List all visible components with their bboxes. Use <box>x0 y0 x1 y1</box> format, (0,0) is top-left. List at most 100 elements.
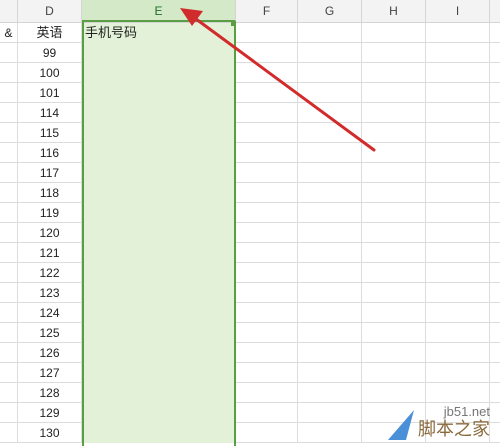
cell[interactable] <box>426 43 490 63</box>
score-cell[interactable]: 122 <box>18 263 82 283</box>
score-cell[interactable]: 119 <box>18 203 82 223</box>
cell[interactable] <box>362 143 426 163</box>
cell[interactable] <box>236 103 298 123</box>
cell[interactable] <box>426 23 490 43</box>
cell[interactable] <box>362 303 426 323</box>
cell[interactable] <box>298 163 362 183</box>
cell[interactable] <box>362 83 426 103</box>
cell[interactable] <box>298 103 362 123</box>
cell[interactable] <box>0 63 18 83</box>
cell[interactable] <box>236 23 298 43</box>
cell[interactable] <box>426 163 490 183</box>
cell[interactable] <box>0 203 18 223</box>
phone-cell[interactable] <box>82 103 236 123</box>
phone-cell[interactable] <box>82 303 236 323</box>
cell[interactable] <box>0 183 18 203</box>
cell[interactable] <box>298 143 362 163</box>
cell[interactable] <box>0 383 18 403</box>
cell[interactable] <box>236 83 298 103</box>
cell[interactable] <box>426 343 490 363</box>
phone-cell[interactable] <box>82 43 236 63</box>
cell[interactable] <box>426 203 490 223</box>
cell[interactable] <box>426 63 490 83</box>
cell[interactable] <box>426 323 490 343</box>
cell[interactable] <box>362 63 426 83</box>
cell[interactable] <box>362 123 426 143</box>
cell[interactable] <box>362 163 426 183</box>
cell[interactable] <box>362 243 426 263</box>
phone-cell[interactable] <box>82 163 236 183</box>
score-cell[interactable]: 127 <box>18 363 82 383</box>
cell[interactable] <box>236 243 298 263</box>
phone-cell[interactable] <box>82 203 236 223</box>
phone-cell[interactable] <box>82 363 236 383</box>
cell[interactable] <box>362 383 426 403</box>
cell[interactable] <box>298 43 362 63</box>
cell[interactable] <box>426 303 490 323</box>
cell[interactable] <box>0 103 18 123</box>
cell[interactable] <box>426 363 490 383</box>
phone-cell[interactable] <box>82 183 236 203</box>
phone-cell[interactable] <box>82 63 236 83</box>
score-cell[interactable]: 130 <box>18 423 82 443</box>
cell[interactable] <box>426 243 490 263</box>
cell[interactable] <box>0 283 18 303</box>
cell[interactable] <box>362 203 426 223</box>
cell[interactable] <box>298 423 362 443</box>
cell[interactable] <box>362 103 426 123</box>
score-cell[interactable]: 120 <box>18 223 82 243</box>
cell[interactable] <box>426 263 490 283</box>
score-cell[interactable]: 101 <box>18 83 82 103</box>
cell[interactable] <box>0 163 18 183</box>
cell[interactable] <box>298 383 362 403</box>
column-header-g[interactable]: G <box>298 0 362 22</box>
score-cell[interactable]: 123 <box>18 283 82 303</box>
cell[interactable] <box>0 243 18 263</box>
cell[interactable] <box>236 403 298 423</box>
phone-cell[interactable] <box>82 263 236 283</box>
cell[interactable] <box>0 143 18 163</box>
cell[interactable] <box>362 283 426 303</box>
cell[interactable] <box>236 263 298 283</box>
cell[interactable] <box>0 403 18 423</box>
score-cell[interactable]: 121 <box>18 243 82 263</box>
cell[interactable] <box>362 363 426 383</box>
column-header-f[interactable]: F <box>236 0 298 22</box>
phone-cell[interactable] <box>82 383 236 403</box>
cell[interactable] <box>362 323 426 343</box>
cell[interactable] <box>298 343 362 363</box>
cell[interactable] <box>236 223 298 243</box>
cell[interactable] <box>362 23 426 43</box>
cell[interactable] <box>298 283 362 303</box>
cell[interactable] <box>298 323 362 343</box>
cell[interactable] <box>298 263 362 283</box>
cell[interactable] <box>236 423 298 443</box>
cell[interactable] <box>236 323 298 343</box>
phone-cell[interactable] <box>82 323 236 343</box>
cell[interactable] <box>236 43 298 63</box>
cell[interactable] <box>298 83 362 103</box>
cell[interactable] <box>426 283 490 303</box>
cell[interactable] <box>298 123 362 143</box>
score-cell[interactable]: 125 <box>18 323 82 343</box>
cell[interactable] <box>298 403 362 423</box>
cell[interactable] <box>426 123 490 143</box>
phone-cell[interactable] <box>82 83 236 103</box>
cell[interactable] <box>0 223 18 243</box>
cell[interactable] <box>236 163 298 183</box>
cell[interactable] <box>298 243 362 263</box>
score-cell[interactable]: 129 <box>18 403 82 423</box>
cell[interactable] <box>362 183 426 203</box>
cell[interactable] <box>298 363 362 383</box>
cell[interactable] <box>236 183 298 203</box>
header-cell-phone[interactable]: 手机号码 <box>82 23 236 43</box>
cell[interactable] <box>426 383 490 403</box>
score-cell[interactable]: 118 <box>18 183 82 203</box>
phone-cell[interactable] <box>82 223 236 243</box>
cell[interactable] <box>298 23 362 43</box>
cell[interactable] <box>298 183 362 203</box>
cell[interactable] <box>236 203 298 223</box>
column-header-h[interactable]: H <box>362 0 426 22</box>
cell[interactable] <box>236 63 298 83</box>
cell[interactable] <box>0 123 18 143</box>
